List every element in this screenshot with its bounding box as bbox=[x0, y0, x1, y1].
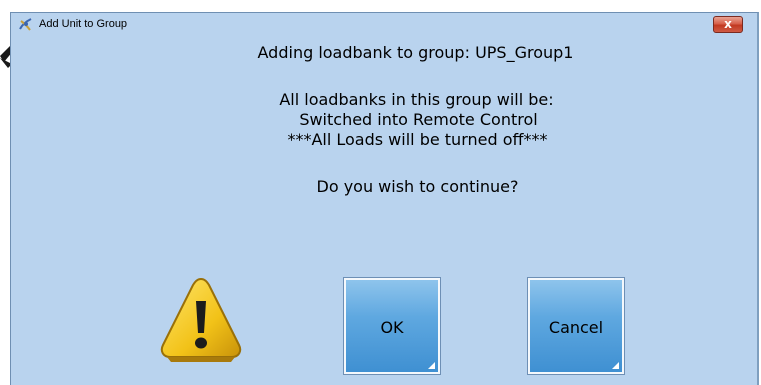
corner-marker-icon bbox=[428, 362, 435, 369]
close-button[interactable]: x bbox=[713, 16, 743, 33]
ok-button[interactable]: OK bbox=[343, 277, 441, 375]
app-icon bbox=[19, 18, 32, 31]
message-line-3: ***All Loads will be turned off*** bbox=[287, 130, 548, 149]
window-title: Add Unit to Group bbox=[39, 18, 128, 30]
close-icon: x bbox=[724, 17, 732, 31]
title-bar: Add Unit to Group x bbox=[11, 13, 757, 35]
message-line-2: Switched into Remote Control bbox=[299, 110, 538, 129]
message-heading: Adding loadbank to group: UPS_Group1 bbox=[257, 43, 574, 62]
cancel-button[interactable]: Cancel bbox=[527, 277, 625, 375]
message-line-1: All loadbanks in this group will be: bbox=[279, 90, 554, 109]
corner-marker-icon bbox=[612, 362, 619, 369]
ok-button-label: OK bbox=[380, 318, 404, 337]
cancel-button-label: Cancel bbox=[548, 318, 604, 337]
message-question: Do you wish to continue? bbox=[316, 177, 519, 196]
add-unit-dialog: Add Unit to Group x Adding loadbank to g… bbox=[10, 12, 759, 385]
warning-icon bbox=[160, 277, 242, 362]
